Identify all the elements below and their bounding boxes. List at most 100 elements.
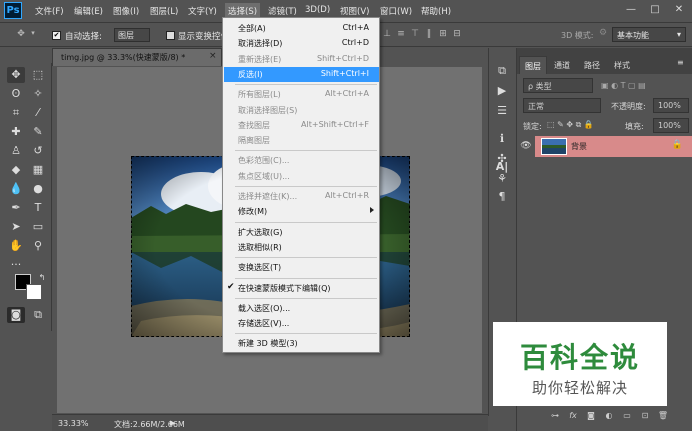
workspace-dropdown[interactable]: 基本功能 ▾	[612, 27, 686, 42]
hand-tool-icon[interactable]: ✋	[7, 238, 25, 254]
select-menu-item[interactable]: 新建 3D 模型(3)	[224, 336, 379, 351]
panel-menu-icon[interactable]: ≡	[677, 58, 684, 67]
select-menu-item[interactable]: 取消选择(D) Ctrl+D	[224, 36, 379, 51]
layer-row[interactable]: 背景 🔒	[535, 136, 692, 157]
blur-tool-icon[interactable]: 💧	[7, 181, 25, 197]
fx-icon[interactable]: fx	[567, 411, 579, 423]
menu-item-label: 隔离图层	[238, 136, 270, 146]
link-icon[interactable]: ⊶	[549, 411, 561, 423]
character-panel-icon[interactable]: A|	[492, 158, 512, 176]
filter-icons[interactable]: ▣ ◐ T ▢ ▤	[601, 81, 646, 90]
align-icon[interactable]: ⊥	[382, 29, 392, 41]
eraser-icon[interactable]: ◆	[7, 162, 25, 178]
align-icon[interactable]: ≡	[396, 29, 406, 41]
menu-item-label: 所有图层(L)	[238, 90, 281, 100]
blend-mode-dropdown[interactable]: 正常	[523, 98, 601, 113]
brush-tool-icon[interactable]: ✎	[29, 124, 47, 140]
select-menu-item[interactable]: 修改(M)	[224, 204, 379, 219]
magic-wand-icon[interactable]: ✧	[29, 86, 47, 102]
trash-icon[interactable]: 🗑	[657, 411, 669, 423]
select-menu-item: 色彩范围(C)...	[224, 153, 379, 168]
align-icon[interactable]: ⊤	[410, 29, 420, 41]
crop-tool-icon[interactable]: ⌗	[7, 105, 25, 121]
history-panel-icon[interactable]: ⧉	[492, 62, 512, 80]
adjustment-icon[interactable]: ◐	[603, 411, 615, 423]
close-button[interactable]: ✕	[668, 2, 690, 18]
move-tool-icon[interactable]: ✥	[16, 29, 26, 41]
menu-item-label: 取消选择图层(S)	[238, 105, 298, 115]
select-menu-item[interactable]: 扩大选取(G)	[224, 225, 379, 240]
info-panel-icon[interactable]: ℹ	[492, 130, 512, 148]
auto-select-checkbox[interactable]: ✔	[52, 31, 61, 40]
lock-options-icons[interactable]: ⬚ ✎ ✥ ⧉ 🔒	[547, 120, 594, 130]
tab-paths[interactable]: 路径	[579, 56, 605, 74]
rectangle-tool-icon[interactable]: ▭	[29, 219, 47, 235]
menu-file[interactable]: 文件(F)	[35, 5, 64, 17]
type-tool-icon[interactable]: T	[29, 200, 47, 216]
close-tab-icon[interactable]: ×	[209, 51, 217, 61]
menu-type[interactable]: 文字(Y)	[188, 5, 217, 17]
watermark: 百科全说 助你轻松解决	[493, 322, 667, 406]
show-transform-checkbox[interactable]	[166, 31, 175, 40]
dodge-tool-icon[interactable]: ●	[29, 181, 47, 197]
select-menu-item[interactable]: 变换选区(T)	[224, 260, 379, 275]
eye-icon[interactable]: 👁	[517, 136, 535, 157]
menu-view[interactable]: 视图(V)	[340, 5, 369, 17]
background-color-swatch[interactable]	[26, 284, 42, 300]
zoom-tool-icon[interactable]: ⚲	[29, 238, 47, 254]
menu-image[interactable]: 图像(I)	[113, 5, 139, 17]
maximize-button[interactable]: □	[644, 2, 666, 18]
distribute-icon[interactable]: ‖	[424, 29, 434, 41]
paragraph-panel-icon[interactable]: ¶	[492, 188, 512, 206]
quick-mask-icon[interactable]: ◙	[7, 307, 25, 323]
menu-edit[interactable]: 编辑(E)	[74, 5, 103, 17]
path-selection-icon[interactable]: ➤	[7, 219, 25, 235]
menu-filter[interactable]: 滤镜(T)	[268, 5, 297, 17]
properties-panel-icon[interactable]: ☰	[492, 102, 512, 120]
actions-panel-icon[interactable]: ▶	[492, 82, 512, 100]
marquee-tool-icon[interactable]: ⬚	[29, 67, 47, 83]
menu-layer[interactable]: 图层(L)	[150, 5, 178, 17]
select-menu-item[interactable]: 反选(I) Shift+Ctrl+I	[224, 66, 379, 82]
more-tools-icon[interactable]: ···	[7, 257, 25, 273]
layer-filter-dropdown[interactable]: ρ 类型	[523, 78, 593, 93]
select-menu-item[interactable]: ✔ 在快速蒙版模式下编辑(Q)	[224, 281, 379, 296]
tab-styles[interactable]: 样式	[609, 56, 635, 74]
select-menu-item[interactable]: 选取相似(R)	[224, 240, 379, 255]
auto-select-target-dropdown[interactable]: 图层	[114, 28, 150, 42]
move-tool-icon[interactable]: ✥	[7, 67, 25, 83]
distribute-icon[interactable]: ⊞	[438, 29, 448, 41]
lasso-tool-icon[interactable]: ʘ	[7, 86, 25, 102]
tab-channels[interactable]: 通道	[549, 56, 575, 74]
swap-colors-icon[interactable]: ↰	[33, 270, 51, 286]
mask-icon[interactable]: ◙	[585, 411, 597, 423]
healing-brush-icon[interactable]: ✚	[7, 124, 25, 140]
pen-tool-icon[interactable]: ✒	[7, 200, 25, 216]
folder-icon[interactable]: ▭	[621, 411, 633, 423]
document-tab[interactable]: timg.jpg @ 33.3%(快速蒙版/8) * ×	[52, 48, 222, 66]
status-arrow-icon[interactable]: ▶	[170, 419, 175, 427]
screen-mode-icon[interactable]: ⧉	[29, 307, 47, 323]
distribute-icon[interactable]: ⊟	[452, 29, 462, 41]
new-layer-icon[interactable]: ⊡	[639, 411, 651, 423]
select-menu-item[interactable]: 全部(A) Ctrl+A	[224, 21, 379, 36]
clone-stamp-icon[interactable]: ♙	[7, 143, 25, 159]
menu-separator	[235, 221, 377, 223]
menu-item-shortcut: Shift+Ctrl+D	[317, 53, 369, 63]
menu-help[interactable]: 帮助(H)	[421, 5, 451, 17]
menu-window[interactable]: 窗口(W)	[380, 5, 412, 17]
zoom-level[interactable]: 33.33%	[58, 419, 89, 428]
opacity-input[interactable]: 100%	[653, 98, 689, 113]
tab-layers[interactable]: 图层	[519, 56, 547, 74]
menu-3d[interactable]: 3D(D)	[305, 5, 330, 15]
gradient-tool-icon[interactable]: ▦	[29, 162, 47, 178]
fill-input[interactable]: 100%	[653, 118, 689, 133]
layer-thumbnail	[541, 138, 567, 155]
minimize-button[interactable]: —	[620, 2, 642, 18]
select-menu-item[interactable]: 存储选区(V)...	[224, 316, 379, 331]
eyedropper-icon[interactable]: ⁄	[29, 105, 47, 121]
3d-mode-icon[interactable]: ⚙	[598, 28, 608, 40]
history-brush-icon[interactable]: ↺	[29, 143, 47, 159]
select-menu-item[interactable]: 载入选区(O)...	[224, 301, 379, 316]
chevron-down-icon[interactable]: ▾	[28, 29, 38, 41]
